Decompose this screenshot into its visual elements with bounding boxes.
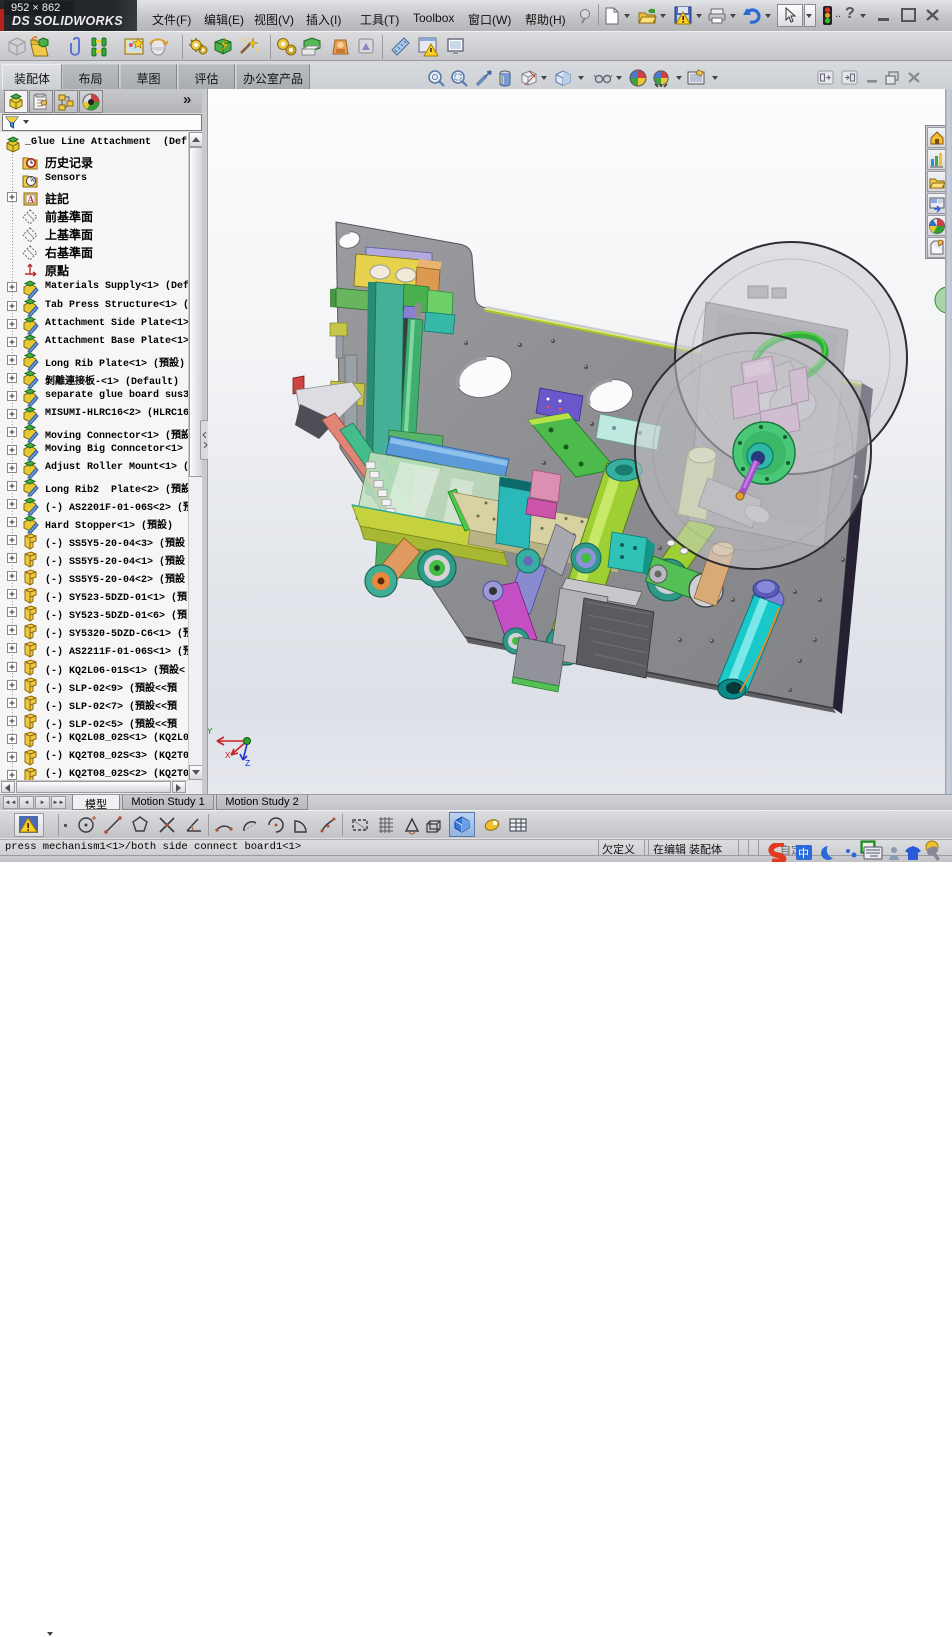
svg-text:中: 中 (798, 847, 809, 860)
svg-text:Z: Z (245, 759, 251, 769)
svg-text:X: X (225, 751, 231, 761)
svg-text:Y: Y (208, 727, 213, 737)
svg-text:A: A (28, 194, 35, 204)
